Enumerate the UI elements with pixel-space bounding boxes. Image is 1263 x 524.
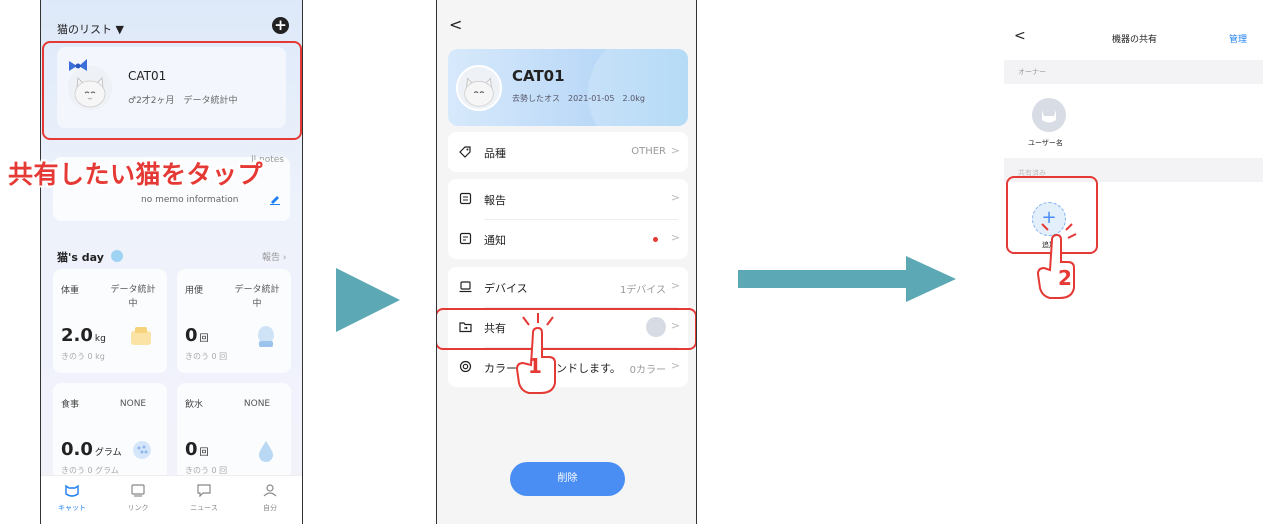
back-button[interactable]: < (449, 15, 462, 34)
breed-row[interactable]: 品種 OTHER > (448, 132, 688, 172)
instruction-caption: 共有したい猫をタップ (8, 160, 264, 189)
weight-tile[interactable]: 体重 データ統計中 2.0 kg きのう 0 kg (53, 269, 167, 373)
row-label: 品種 (484, 147, 506, 160)
tile-yesterday: きのう 0 kg (61, 352, 105, 361)
tile-yesterday: きのう 0 回 (185, 352, 228, 361)
memo-text: no memo information (141, 195, 239, 205)
cat-silhouette-icon (1042, 110, 1056, 123)
report-row[interactable]: 報告 > (448, 179, 688, 219)
cat-banner[interactable]: CAT01 去勢したオス 2021-01-05 2.0kg (448, 49, 688, 126)
owner-avatar (1032, 98, 1066, 132)
food-tile[interactable]: 食事 NONE 0.0 グラム きのう 0 グラム (53, 383, 167, 487)
tile-status: データ統計中 (110, 285, 156, 309)
cat-list-screen: 猫のリスト ▼ + CAT01 ♂2才2ヶ月 データ統計中 ll notes n… (40, 0, 303, 524)
water-tile[interactable]: 飲水 NONE 0回 きのう 0 回 (177, 383, 291, 487)
food-icon (133, 441, 151, 459)
cat-name: CAT01 (512, 67, 565, 85)
delete-button[interactable]: 削除 (510, 462, 625, 496)
tab-link[interactable]: リンク (113, 482, 163, 513)
chevron-right-icon: > (670, 279, 680, 292)
tab-news[interactable]: ニュース (179, 482, 229, 513)
banner-decoration (588, 49, 688, 126)
tag-icon (459, 146, 471, 158)
add-cat-icon[interactable]: + (272, 17, 289, 34)
row-label: 報告 (484, 194, 506, 207)
tile-value: 0.0 グラム (61, 439, 122, 460)
owner-name: ユーザー名 (1028, 139, 1063, 147)
device-row[interactable]: デバイス 1デバイス > (448, 267, 688, 307)
row-value: 1デバイス (619, 285, 666, 296)
tab-cat[interactable]: キャット (47, 482, 97, 513)
tile-name: 体重 (61, 286, 80, 296)
tile-value: 0回 (185, 325, 209, 346)
tile-status: NONE (243, 399, 271, 409)
row-label: デバイス (484, 282, 528, 295)
edit-icon[interactable] (269, 193, 281, 205)
tab-me[interactable]: 自分 (245, 482, 295, 513)
row-value: OTHER (631, 146, 666, 157)
report-icon (459, 192, 472, 205)
long-arrow-icon (738, 256, 956, 302)
tile-name: 食事 (61, 400, 80, 410)
manage-button[interactable]: 管理 (1229, 32, 1247, 45)
cat-avatar (456, 65, 502, 111)
color-ring-icon (459, 360, 472, 373)
tile-status: データ統計中 (234, 285, 280, 309)
tab-label: 自分 (263, 504, 277, 512)
tile-status: NONE (119, 399, 147, 409)
cat-face-icon (458, 67, 500, 109)
cat-detail-screen: < CAT01 去勢したオス 2021-01-05 2.0kg 品種 OTHER (436, 0, 697, 524)
message-icon (197, 484, 211, 497)
help-icon[interactable] (110, 250, 123, 262)
chevron-right-icon: > (670, 191, 680, 204)
report-link[interactable]: 報告 › (262, 250, 286, 263)
notice-icon (459, 232, 472, 245)
litter-box-icon (258, 326, 274, 347)
step-number-1: 1 (528, 354, 542, 378)
device-icon (131, 484, 145, 497)
breed-card: 品種 OTHER > (448, 132, 688, 172)
laptop-icon (459, 281, 472, 293)
owner-section-header: オーナー (1004, 60, 1263, 84)
user-icon (263, 484, 277, 497)
tile-value: 2.0 kg (61, 325, 106, 346)
tile-name: 飲水 (185, 400, 204, 410)
tap-highlight-frame (42, 41, 302, 140)
cat-subtitle: 去勢したオス 2021-01-05 2.0kg (512, 94, 645, 103)
row-label: 通知 (484, 234, 506, 247)
step-arrow-icon (336, 268, 400, 332)
chevron-right-icon: > (670, 144, 680, 157)
tap-hand-icon (515, 313, 556, 394)
info-card: 報告 > 通知 > (448, 179, 688, 259)
tile-name: 用便 (185, 286, 204, 296)
bottom-tab-bar: キャット リンク ニュース 自分 (41, 475, 302, 524)
water-drop-icon (259, 441, 273, 462)
unread-dot (653, 237, 658, 242)
tile-value: 0回 (185, 439, 209, 460)
chevron-right-icon: > (670, 231, 680, 244)
tab-label: キャット (58, 504, 86, 512)
tab-label: ニュース (190, 504, 218, 512)
toilet-tile[interactable]: 用便 データ統計中 0回 きのう 0 回 (177, 269, 291, 373)
row-value: 0カラー (629, 365, 666, 376)
cat-icon (65, 484, 79, 497)
step-number-2: 2 (1058, 266, 1072, 290)
notify-row[interactable]: 通知 > (448, 219, 688, 259)
weight-scale-icon (131, 327, 151, 345)
chevron-right-icon: > (670, 359, 680, 372)
cats-day-title: 猫's day (57, 249, 123, 265)
tab-label: リンク (127, 504, 149, 512)
page-title: 機器の共有 (1112, 35, 1158, 45)
back-button[interactable]: < (1014, 28, 1026, 44)
cat-list-dropdown[interactable]: 猫のリスト ▼ (57, 21, 124, 37)
